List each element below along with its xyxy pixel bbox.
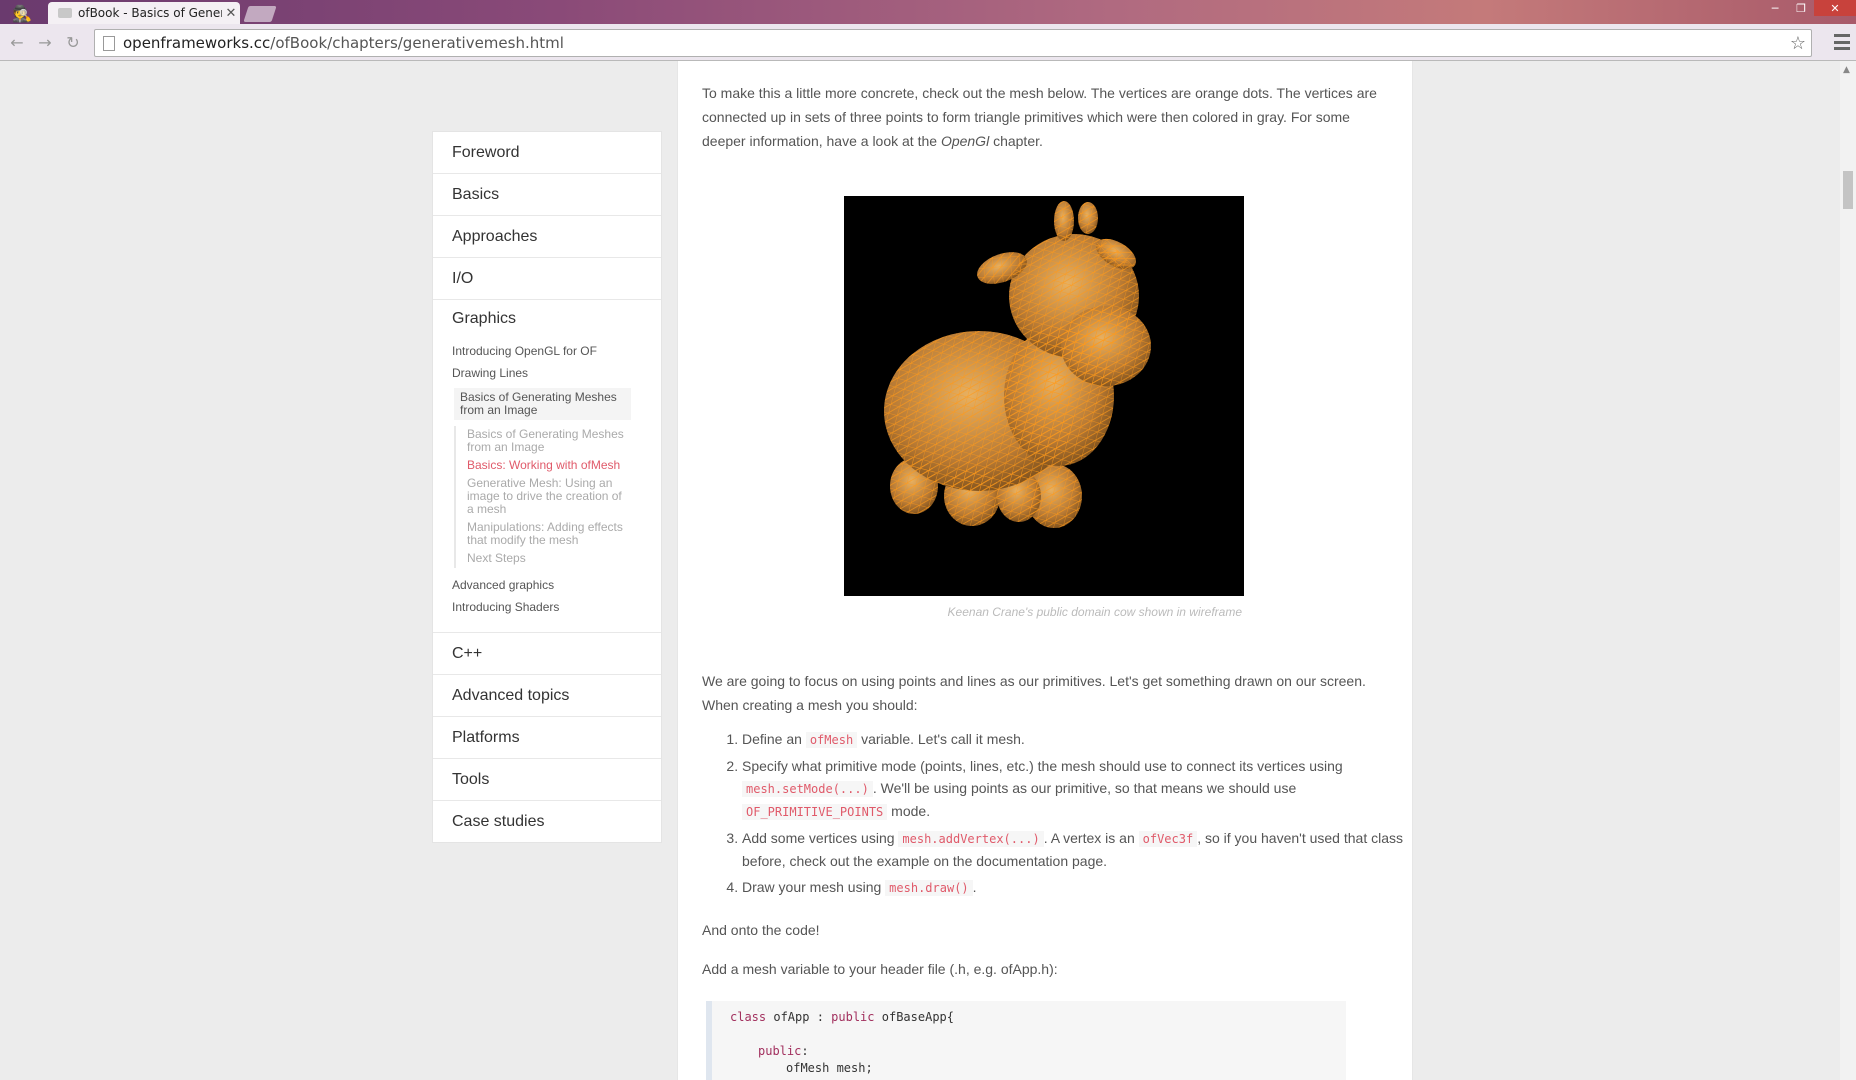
scrollbar-thumb[interactable]: [1843, 171, 1853, 209]
cow-illustration: [884, 201, 1151, 528]
step-text: . A vertex is an: [1043, 830, 1139, 846]
inline-code: mesh.setMode(...): [742, 781, 873, 797]
intro-text-end: chapter.: [989, 133, 1043, 149]
sidebar-link-advanced-graphics[interactable]: Advanced graphics: [452, 574, 661, 596]
intro-paragraph: To make this a little more concrete, che…: [702, 61, 1392, 153]
code-text: :: [801, 1044, 809, 1058]
list-item: Define an ofMesh variable. Let's call it…: [742, 728, 1422, 751]
sidebar-section-graphics: Graphics Introducing OpenGL for OF Drawi…: [433, 300, 661, 633]
cow-body: [884, 201, 1151, 528]
code-text: ofBaseApp{: [874, 1010, 954, 1024]
code-keyword: public: [758, 1044, 802, 1058]
subsection-link[interactable]: Generative Mesh: Using an image to drive…: [467, 475, 661, 519]
step-text: Define an: [742, 731, 806, 747]
restore-icon[interactable]: ❐: [1788, 0, 1814, 16]
sidebar-item-tools[interactable]: Tools: [433, 759, 661, 801]
tab-title: ofBook - Basics of Genera: [78, 6, 222, 20]
inline-code: mesh.draw(): [885, 880, 973, 896]
subsection-link[interactable]: Next Steps: [467, 550, 661, 568]
inline-code: ofVec3f: [1138, 831, 1198, 847]
code-keyword: class: [730, 1010, 767, 1024]
subsection-link[interactable]: Manipulations: Adding effects that modif…: [467, 519, 661, 550]
subsection-link[interactable]: Basics of Generating Meshes from an Imag…: [467, 426, 661, 457]
list-item: Add some vertices using mesh.addVertex(.…: [742, 827, 1422, 872]
new-tab-button[interactable]: [243, 6, 277, 22]
sidebar-item-foreword[interactable]: Foreword: [433, 132, 661, 174]
page-icon: [103, 35, 115, 51]
list-item: Draw your mesh using mesh.draw().: [742, 876, 1422, 899]
sidebar-link-introducing-shaders[interactable]: Introducing Shaders: [452, 596, 661, 618]
scroll-up-icon[interactable]: ▲: [1843, 65, 1850, 75]
code-line: ofMesh mesh;: [786, 1061, 873, 1075]
code-block: class ofApp : public ofBaseApp{ public: …: [706, 1001, 1346, 1080]
chapter-sidebar: Foreword Basics Approaches I/O Graphics …: [432, 131, 662, 843]
sidebar-item-advanced-topics[interactable]: Advanced topics: [433, 675, 661, 717]
page-viewport: Foreword Basics Approaches I/O Graphics …: [0, 61, 1840, 1080]
inline-code: mesh.addVertex(...): [898, 831, 1044, 847]
forward-arrow-icon[interactable]: →: [34, 32, 56, 52]
step-text: Draw your mesh using: [742, 879, 886, 895]
sidebar-link-introducing-opengl[interactable]: Introducing OpenGL for OF: [452, 340, 661, 362]
browser-titlebar: 🕵 ofBook - Basics of Genera ✕ ─ ❐ ✕: [0, 0, 1856, 24]
header-file-paragraph: Add a mesh variable to your header file …: [702, 961, 1058, 977]
sidebar-link-drawing-lines[interactable]: Drawing Lines: [452, 362, 661, 384]
browser-menu-icon[interactable]: [1834, 34, 1850, 50]
sidebar-item-io[interactable]: I/O: [433, 258, 661, 300]
sidebar-item-approaches[interactable]: Approaches: [433, 216, 661, 258]
tab-close-icon[interactable]: ✕: [222, 6, 240, 21]
bookmark-star-icon[interactable]: ☆: [1785, 33, 1811, 54]
back-arrow-icon[interactable]: ←: [6, 32, 28, 52]
incognito-icon: 🕵: [12, 3, 32, 23]
code-text: ofApp :: [766, 1010, 832, 1024]
window-close-icon[interactable]: ✕: [1814, 0, 1856, 16]
step-text: . We'll be using points as our primitive…: [872, 780, 1297, 796]
focus-paragraph: We are going to focus on using points an…: [702, 673, 1366, 713]
sidebar-item-case-studies[interactable]: Case studies: [433, 801, 661, 842]
address-bar[interactable]: openframeworks.cc/ofBook/chapters/genera…: [94, 29, 1812, 57]
sidebar-link-active-chapter[interactable]: Basics of Generating Meshes from an Imag…: [454, 388, 631, 420]
sidebar-item-cpp[interactable]: C++: [433, 633, 661, 675]
opengl-chapter-reference: OpenGl: [940, 133, 990, 149]
onto-code-paragraph: And onto the code!: [702, 922, 820, 938]
step-text: Add some vertices using: [742, 830, 899, 846]
url-text[interactable]: openframeworks.cc/ofBook/chapters/genera…: [123, 34, 1785, 52]
chapter-article: To make this a little more concrete, che…: [677, 61, 1413, 1080]
url-host: openframeworks.cc: [123, 34, 271, 52]
step-text: Specify what primitive mode (points, lin…: [742, 758, 1343, 774]
minimize-icon[interactable]: ─: [1762, 0, 1788, 16]
sidebar-item-basics[interactable]: Basics: [433, 174, 661, 216]
step-text: .: [972, 879, 977, 895]
mesh-steps-list: Define an ofMesh variable. Let's call it…: [702, 728, 1422, 903]
code-keyword: public: [831, 1010, 875, 1024]
step-text: variable. Let's call it mesh.: [857, 731, 1025, 747]
chapter-subsections: Basics of Generating Meshes from an Imag…: [454, 426, 661, 568]
step-text: mode.: [887, 803, 931, 819]
browser-toolbar: ← → ↻ openframeworks.cc/ofBook/chapters/…: [0, 24, 1856, 61]
reload-icon[interactable]: ↻: [62, 32, 84, 52]
tab-favicon-icon: [58, 8, 72, 18]
sidebar-item-platforms[interactable]: Platforms: [433, 717, 661, 759]
window-controls: ─ ❐ ✕: [1762, 0, 1856, 18]
image-caption: Keenan Crane's public domain cow shown i…: [947, 605, 1242, 619]
code-line: class ofApp : public ofBaseApp{: [730, 1009, 1346, 1026]
url-path: /ofBook/chapters/generativemesh.html: [270, 34, 564, 52]
list-item: Specify what primitive mode (points, lin…: [742, 755, 1422, 823]
subsection-link-current[interactable]: Basics: Working with ofMesh: [467, 457, 661, 475]
page-scrollbar[interactable]: ▲: [1839, 61, 1856, 1080]
code-line: public:: [730, 1043, 1346, 1060]
cow-wireframe-image: [844, 196, 1244, 596]
browser-tab[interactable]: ofBook - Basics of Genera ✕: [48, 2, 240, 24]
sidebar-item-graphics[interactable]: Graphics: [452, 310, 661, 328]
inline-code: ofMesh: [805, 732, 858, 748]
inline-code: OF_PRIMITIVE_POINTS: [742, 804, 888, 820]
